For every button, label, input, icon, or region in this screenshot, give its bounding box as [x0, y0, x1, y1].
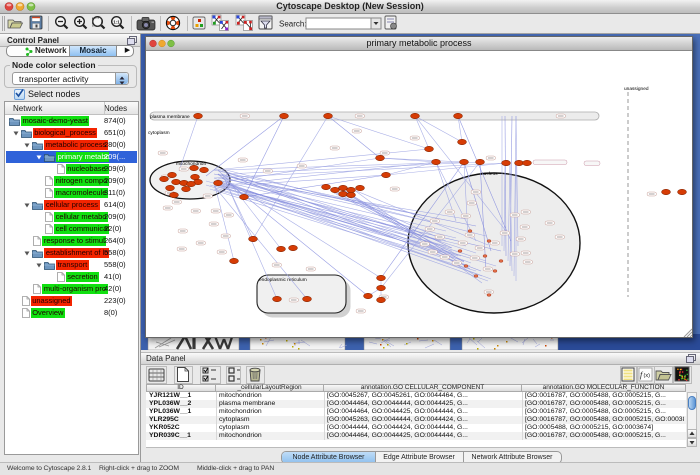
svg-text:(x): (x)	[644, 373, 651, 379]
svg-text:cytoplasm: cytoplasm	[148, 130, 170, 136]
svg-text:endoplasmic reticulum: endoplasmic reticulum	[259, 277, 307, 283]
svg-text:1:1: 1:1	[113, 20, 120, 25]
svg-text:Search:: Search:	[279, 20, 307, 29]
svg-text:plasma membrane: plasma membrane	[150, 114, 190, 120]
svg-text:unassigned: unassigned	[624, 86, 649, 92]
